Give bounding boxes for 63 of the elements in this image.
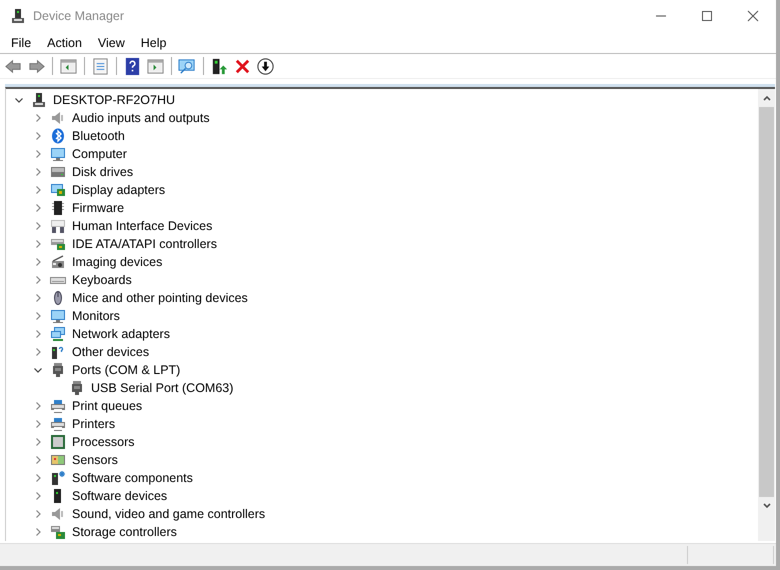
storage-controller-icon [50,524,66,540]
menu-item[interactable]: Help [132,36,174,50]
chevron-icon[interactable] [33,365,43,375]
scroll-up-icon[interactable] [762,93,772,103]
tree-item[interactable]: Display adapters [72,183,166,197]
component-icon [50,470,66,486]
speaker-icon [50,110,66,126]
tree-item[interactable]: Other devices [72,345,150,359]
properties-icon[interactable] [91,56,110,76]
window-title: Device Manager [33,9,124,23]
chip-icon [50,200,66,216]
serial-port-icon [69,380,85,396]
monitor-icon [50,308,66,324]
unknown-device-icon [50,344,66,360]
tree-item[interactable]: Firmware [72,201,124,215]
tree-item[interactable]: Bluetooth [72,129,125,143]
serial-port-icon [50,362,66,378]
tree-item[interactable]: Computer [72,147,127,161]
tree-item[interactable]: IDE ATA/ATAPI controllers [72,237,217,251]
tree-item[interactable]: Software devices [72,489,168,503]
tree-item[interactable]: Monitors [72,309,120,323]
monitor-icon [50,146,66,162]
update-driver-icon[interactable] [210,56,229,76]
download-icon[interactable] [256,56,275,76]
tree-item[interactable]: Software components [72,471,193,485]
tree-item[interactable]: Printers [72,417,116,431]
monitor-search-icon[interactable] [178,56,197,76]
printer-icon [50,416,66,432]
tree-item[interactable]: Ports (COM & LPT) [72,363,180,377]
tree-item[interactable]: Disk drives [72,165,134,179]
menu-item[interactable]: Action [39,36,90,50]
tree-item[interactable]: Sound, video and game controllers [72,507,266,521]
chevron-icon[interactable] [14,95,24,105]
menu-item[interactable]: File [3,36,40,50]
tree-item[interactable]: Audio inputs and outputs [72,111,210,125]
tree-item[interactable]: Network adapters [72,327,170,341]
sensor-icon [50,452,66,468]
scrollbar[interactable] [758,89,775,541]
controller-card-icon [50,236,66,252]
disk-drive-icon [50,164,66,180]
tree-item[interactable]: Imaging devices [72,255,162,269]
camera-icon [50,254,66,270]
tree-item[interactable]: USB Serial Port (COM63) [91,381,234,395]
scroll-down-icon[interactable] [762,501,772,511]
tree-item[interactable]: Mice and other pointing devices [72,291,248,305]
bluetooth-icon [50,128,66,144]
console-tree-icon[interactable] [59,56,78,76]
help-icon[interactable] [123,56,142,76]
processor-icon [50,434,66,450]
network-icon [50,326,66,342]
computer-icon [31,92,47,108]
display-adapter-icon [50,182,66,198]
printer-icon [50,398,66,414]
computer-icon [10,8,26,24]
tree-item[interactable]: Human Interface Devices [72,219,212,233]
tree-item[interactable]: Print queues [72,399,142,413]
tree-item[interactable]: Keyboards [72,273,132,287]
speaker-icon [50,506,66,522]
tree-item[interactable]: Processors [72,435,135,449]
tree-item[interactable]: Sensors [72,453,118,467]
menu-item[interactable]: View [90,36,133,50]
tree-item[interactable]: DESKTOP-RF2O7HU [53,93,176,107]
tree-item[interactable]: Storage controllers [72,525,177,539]
